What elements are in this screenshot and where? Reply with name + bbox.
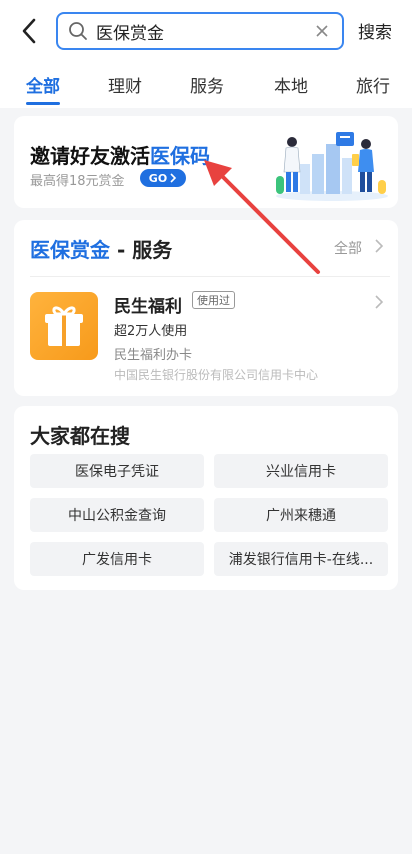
hot-searches-title: 大家都在搜	[30, 424, 130, 448]
search-query-text: 医保赏金	[96, 23, 164, 44]
app-name[interactable]: 民生福利	[114, 292, 182, 317]
category-tabs: 全部 理财 服务 本地 旅行	[0, 62, 412, 108]
hot-searches-section: 大家都在搜 医保电子凭证 兴业信用卡 中山公积金查询 广州来穗通 广发信用卡 浦…	[14, 406, 398, 590]
go-button[interactable]: GO	[140, 169, 186, 187]
promo-subtitle: 最高得18元赏金	[30, 174, 125, 189]
promo-title-highlight: 医保码	[150, 144, 210, 168]
app-user-count: 超2万人使用	[114, 324, 188, 339]
service-section: 医保赏金 - 服务 全部 民生福利 使用过 超2万人使用 民生福利办卡 中国民生…	[14, 220, 398, 396]
hot-search-item[interactable]: 医保电子凭证	[30, 454, 204, 488]
promo-title-prefix: 邀请好友激活	[30, 144, 150, 168]
tab-local[interactable]: 本地	[274, 72, 308, 97]
hot-search-item[interactable]: 广州来穗通	[214, 498, 388, 532]
search-header: 医保赏金 搜索	[0, 0, 412, 62]
promo-illustration	[276, 132, 388, 201]
service-title-highlight: 医保赏金	[30, 238, 110, 262]
app-provider: 中国民生银行股份有限公司信用卡中心	[114, 368, 319, 382]
service-title-suffix: - 服务	[110, 238, 173, 262]
back-button[interactable]	[14, 14, 44, 48]
used-badge: 使用过	[192, 291, 235, 309]
hot-search-item[interactable]: 浦发银行信用卡-在线...	[214, 542, 388, 576]
service-all-link[interactable]: 全部	[334, 238, 362, 258]
chevron-right-icon	[375, 239, 384, 253]
active-tab-indicator	[26, 102, 60, 105]
search-button[interactable]: 搜索	[358, 18, 404, 43]
service-section-title: 医保赏金 - 服务	[30, 234, 172, 263]
hot-search-item[interactable]: 广发信用卡	[30, 542, 204, 576]
divider	[30, 276, 390, 277]
clear-search-button[interactable]	[312, 21, 332, 41]
hot-search-item[interactable]: 兴业信用卡	[214, 454, 388, 488]
tab-services[interactable]: 服务	[190, 72, 224, 97]
tab-finance[interactable]: 理财	[108, 72, 142, 97]
go-label: GO	[148, 171, 168, 185]
hot-search-item[interactable]: 中山公积金查询	[30, 498, 204, 532]
search-icon	[68, 20, 90, 42]
close-icon	[316, 25, 328, 37]
chevron-right-icon[interactable]	[374, 294, 384, 310]
search-input[interactable]: 医保赏金	[56, 12, 344, 50]
gift-icon	[45, 306, 83, 346]
app-description: 民生福利办卡	[114, 348, 193, 363]
promo-banner[interactable]: 邀请好友激活医保码 最高得18元赏金 GO	[14, 116, 398, 208]
app-icon[interactable]	[30, 292, 98, 360]
tab-travel[interactable]: 旅行	[356, 72, 390, 97]
chevron-left-icon	[22, 18, 36, 44]
tab-all[interactable]: 全部	[26, 72, 60, 97]
chevron-right-icon	[170, 173, 177, 183]
promo-title: 邀请好友激活医保码	[30, 140, 210, 169]
